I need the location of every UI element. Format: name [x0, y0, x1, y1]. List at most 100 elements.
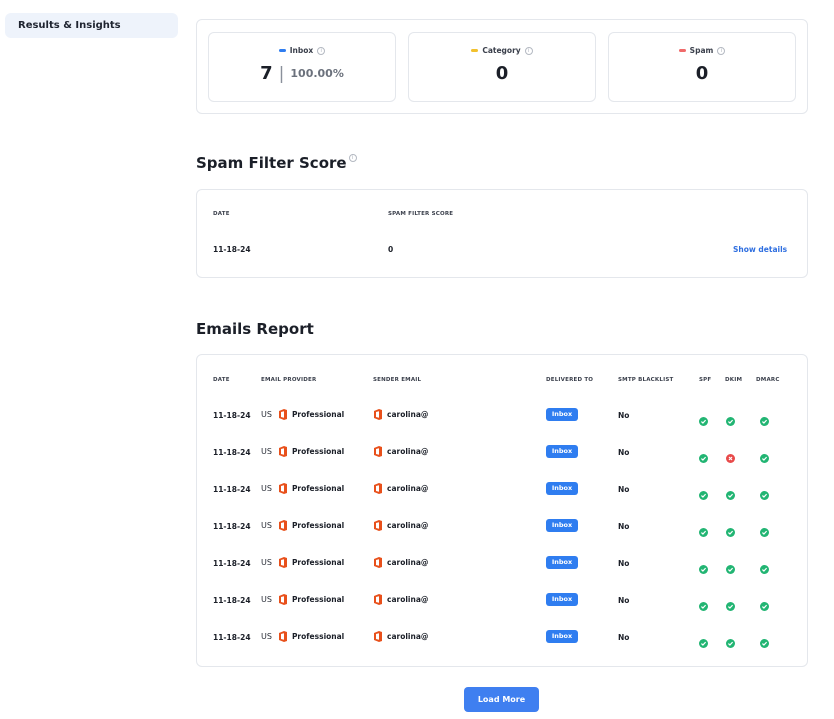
row-blacklist: No	[618, 411, 630, 420]
load-more-button[interactable]: Load More	[464, 687, 539, 712]
stat-inbox-percent: 100.00%	[290, 67, 344, 80]
delivery-stats-card: Inbox i 7 | 100.00% Category i 0 Spam i …	[196, 19, 808, 114]
check-icon	[760, 596, 769, 611]
row-date: 11-18-24	[213, 559, 251, 568]
row-date: 11-18-24	[213, 485, 251, 494]
row-sender: carolina@	[373, 631, 428, 642]
row-country: US	[261, 595, 272, 604]
row-date: 11-18-24	[213, 448, 251, 457]
info-icon[interactable]: i	[717, 46, 726, 55]
column-header-smtp-blacklist: SMTP BLACKLIST	[618, 377, 674, 383]
check-icon	[699, 448, 708, 463]
check-icon	[760, 559, 769, 574]
stat-category-label: Category	[482, 46, 521, 55]
row-date: 11-18-24	[213, 411, 251, 420]
row-sender: carolina@	[373, 483, 428, 494]
row-provider-name: Professional	[291, 521, 345, 530]
delivered-badge: Inbox	[546, 408, 578, 421]
office-icon	[278, 557, 287, 568]
row-sender-email: carolina@	[387, 521, 429, 530]
row-provider: US Professional	[261, 557, 344, 568]
column-header-date: DATE	[213, 377, 230, 383]
check-icon	[760, 411, 769, 426]
row-blacklist: No	[618, 448, 630, 457]
column-header-sender-email: SENDER EMAIL	[373, 377, 422, 383]
delivered-badge: Inbox	[546, 630, 578, 643]
row-provider-name: Professional	[291, 484, 345, 493]
check-icon	[726, 411, 735, 426]
office-icon	[373, 446, 382, 457]
row-provider-name: Professional	[291, 632, 345, 641]
spam-filter-date: 11-18-24	[213, 245, 251, 254]
spam-filter-score: 0	[388, 245, 394, 254]
row-provider-name: Professional	[291, 410, 345, 419]
office-icon	[373, 557, 382, 568]
delivered-badge: Inbox	[546, 445, 578, 458]
delivered-badge: Inbox	[546, 593, 578, 606]
check-icon	[699, 522, 708, 537]
row-provider: US Professional	[261, 520, 344, 531]
check-icon	[699, 485, 708, 500]
show-details-link[interactable]: Show details	[733, 245, 787, 254]
stat-separator: |	[278, 63, 285, 84]
row-blacklist: No	[618, 633, 630, 642]
sidebar-item-results-insights[interactable]: Results & Insights	[5, 13, 178, 38]
check-icon	[760, 485, 769, 500]
check-icon	[760, 522, 769, 537]
row-date: 11-18-24	[213, 596, 251, 605]
office-icon	[278, 446, 287, 457]
office-icon	[373, 483, 382, 494]
stat-inbox-label: Inbox	[289, 46, 314, 55]
row-provider: US Professional	[261, 631, 344, 642]
stat-inbox-value: 7	[260, 63, 273, 84]
stat-spam: Spam i 0	[608, 32, 796, 102]
row-provider-name: Professional	[291, 447, 345, 456]
column-header-spf: SPF	[699, 377, 712, 383]
office-icon	[278, 520, 287, 531]
stat-inbox: Inbox i 7 | 100.00%	[208, 32, 396, 102]
row-sender: carolina@	[373, 594, 428, 605]
row-provider: US Professional	[261, 409, 344, 420]
row-sender: carolina@	[373, 446, 428, 457]
row-sender: carolina@	[373, 520, 428, 531]
check-icon	[760, 633, 769, 648]
check-icon	[726, 633, 735, 648]
row-provider: US Professional	[261, 594, 344, 605]
stat-category-value: 0	[495, 63, 509, 84]
office-icon	[278, 483, 287, 494]
row-sender-email: carolina@	[387, 484, 429, 493]
office-icon	[278, 631, 287, 642]
row-sender-email: carolina@	[387, 595, 429, 604]
row-country: US	[261, 632, 272, 641]
spam-color-dot	[678, 49, 686, 52]
check-icon	[726, 596, 735, 611]
row-sender-email: carolina@	[387, 447, 429, 456]
office-icon	[373, 594, 382, 605]
office-icon	[373, 409, 382, 420]
info-icon[interactable]: i	[317, 46, 326, 55]
check-icon	[699, 633, 708, 648]
delivered-badge: Inbox	[546, 482, 578, 495]
row-provider-name: Professional	[291, 595, 345, 604]
column-header-delivered-to: DELIVERED TO	[546, 377, 594, 383]
stat-spam-label: Spam	[689, 46, 714, 55]
office-icon	[373, 631, 382, 642]
x-icon	[726, 448, 735, 463]
row-country: US	[261, 558, 272, 567]
office-icon	[278, 409, 287, 420]
inbox-color-dot	[278, 49, 286, 52]
row-blacklist: No	[618, 522, 630, 531]
row-sender-email: carolina@	[387, 558, 429, 567]
row-date: 11-18-24	[213, 522, 251, 531]
emails-report-table: DATE EMAIL PROVIDER SENDER EMAIL DELIVER…	[196, 354, 808, 667]
row-provider: US Professional	[261, 483, 344, 494]
row-blacklist: No	[618, 559, 630, 568]
spam-filter-title-text: Spam Filter Score	[196, 154, 347, 172]
column-header-dmarc: DMARC	[756, 377, 780, 383]
info-icon[interactable]: i	[524, 46, 533, 55]
column-header-dkim: DKIM	[725, 377, 743, 383]
spam-filter-title: Spam Filter Score i	[196, 154, 357, 172]
delivered-badge: Inbox	[546, 519, 578, 532]
check-icon	[726, 485, 735, 500]
info-icon[interactable]: i	[348, 154, 357, 162]
